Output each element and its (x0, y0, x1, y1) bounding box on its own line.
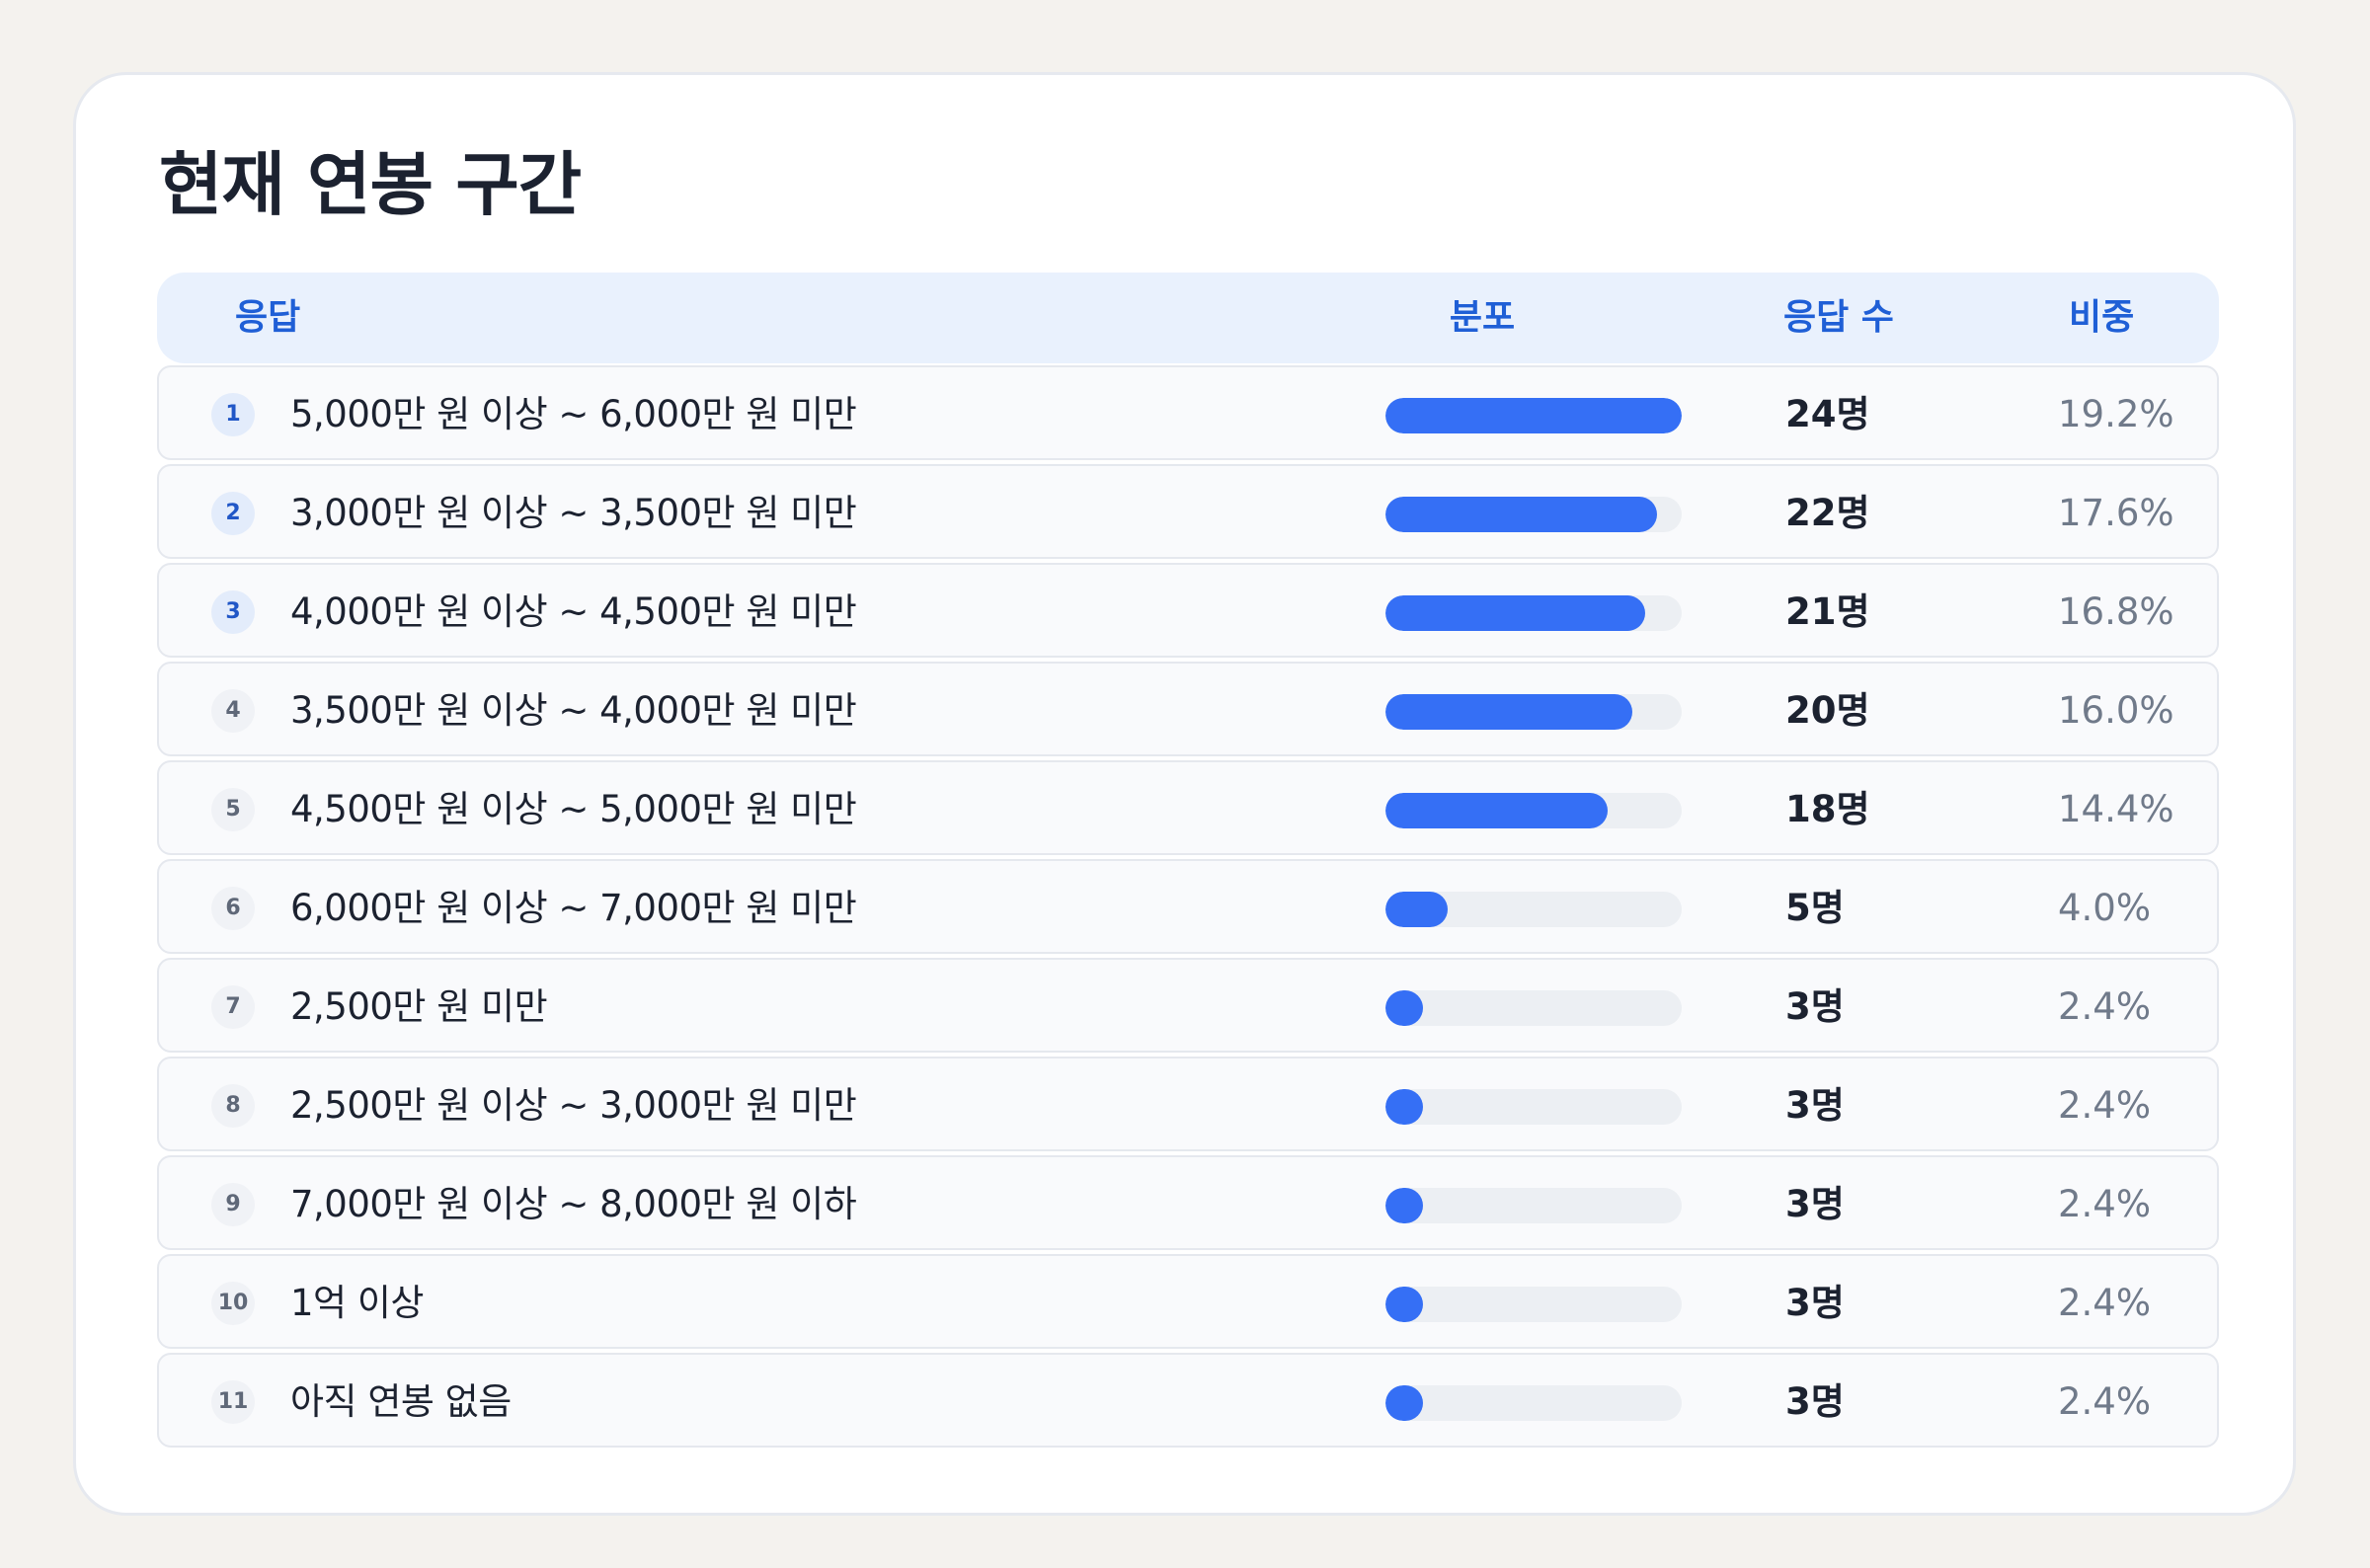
table-row: 3 4,000만 원 이상 ~ 4,500만 원 미만 21명 16.8% (157, 563, 2219, 658)
distribution-bar (1385, 1385, 1423, 1421)
response-count: 3명 (1785, 1183, 1845, 1225)
response-count: 21명 (1785, 590, 1870, 633)
rank-badge: 4 (211, 689, 255, 733)
rank-badge: 9 (211, 1183, 255, 1226)
rank-badge: 10 (211, 1282, 255, 1325)
response-ratio: 2.4% (2058, 985, 2151, 1028)
distribution-bar (1385, 398, 1682, 433)
table-row: 8 2,500만 원 이상 ~ 3,000만 원 미만 3명 2.4% (157, 1057, 2219, 1151)
distribution-bar-track (1385, 793, 1682, 828)
table-row: 4 3,500만 원 이상 ~ 4,000만 원 미만 20명 16.0% (157, 662, 2219, 756)
rank-badge: 8 (211, 1084, 255, 1128)
response-ratio: 2.4% (2058, 1084, 2151, 1127)
response-count: 3명 (1785, 1380, 1845, 1423)
distribution-bar-track (1385, 1188, 1682, 1223)
column-header-ratio: 비중 (2069, 297, 2135, 338)
card-title: 현재 연봉 구간 (159, 144, 582, 225)
response-count: 24명 (1785, 393, 1870, 435)
distribution-bar (1385, 892, 1448, 927)
response-ratio: 16.8% (2058, 590, 2174, 633)
response-count: 20명 (1785, 689, 1870, 732)
distribution-bar (1385, 1287, 1423, 1322)
distribution-bar-track (1385, 1385, 1682, 1421)
distribution-bar-track (1385, 497, 1682, 532)
distribution-bar-track (1385, 398, 1682, 433)
answer-label: 3,500만 원 이상 ~ 4,000만 원 미만 (290, 689, 857, 732)
rank-badge: 11 (211, 1380, 255, 1424)
answer-label: 5,000만 원 이상 ~ 6,000만 원 미만 (290, 393, 857, 435)
table-row: 6 6,000만 원 이상 ~ 7,000만 원 미만 5명 4.0% (157, 859, 2219, 954)
answer-label: 4,500만 원 이상 ~ 5,000만 원 미만 (290, 788, 857, 830)
answer-label: 4,000만 원 이상 ~ 4,500만 원 미만 (290, 590, 857, 633)
distribution-bar (1385, 793, 1608, 828)
table-row: 1 5,000만 원 이상 ~ 6,000만 원 미만 24명 19.2% (157, 365, 2219, 460)
table-row: 11 아직 연봉 없음 3명 2.4% (157, 1353, 2219, 1448)
results-table: 응답 분포 응답 수 비중 1 5,000만 원 이상 ~ 6,000만 원 미만… (157, 273, 2219, 1451)
response-count: 5명 (1785, 887, 1845, 929)
distribution-bar (1385, 595, 1645, 631)
table-header: 응답 분포 응답 수 비중 (157, 273, 2219, 363)
response-count: 3명 (1785, 1084, 1845, 1127)
table-row: 10 1억 이상 3명 2.4% (157, 1254, 2219, 1349)
answer-label: 2,500만 원 이상 ~ 3,000만 원 미만 (290, 1084, 857, 1127)
distribution-bar-track (1385, 1089, 1682, 1125)
table-row: 5 4,500만 원 이상 ~ 5,000만 원 미만 18명 14.4% (157, 760, 2219, 855)
response-ratio: 17.6% (2058, 492, 2174, 534)
distribution-bar-track (1385, 595, 1682, 631)
survey-result-card: 현재 연봉 구간 응답 분포 응답 수 비중 1 5,000만 원 이상 ~ 6,… (73, 72, 2296, 1516)
response-count: 22명 (1785, 492, 1870, 534)
table-body: 1 5,000만 원 이상 ~ 6,000만 원 미만 24명 19.2% 2 3,000… (157, 365, 2219, 1448)
answer-label: 아직 연봉 없음 (290, 1380, 512, 1423)
column-header-distribution: 분포 (1449, 297, 1516, 338)
response-count: 3명 (1785, 1282, 1845, 1324)
table-row: 7 2,500만 원 미만 3명 2.4% (157, 958, 2219, 1053)
response-ratio: 16.0% (2058, 689, 2174, 732)
table-row: 2 3,000만 원 이상 ~ 3,500만 원 미만 22명 17.6% (157, 464, 2219, 559)
response-ratio: 19.2% (2058, 393, 2174, 435)
rank-badge: 5 (211, 788, 255, 831)
table-row: 9 7,000만 원 이상 ~ 8,000만 원 이하 3명 2.4% (157, 1155, 2219, 1250)
distribution-bar (1385, 1188, 1423, 1223)
response-ratio: 2.4% (2058, 1282, 2151, 1324)
distribution-bar-track (1385, 990, 1682, 1026)
answer-label: 1억 이상 (290, 1282, 424, 1324)
distribution-bar (1385, 497, 1657, 532)
answer-label: 3,000만 원 이상 ~ 3,500만 원 미만 (290, 492, 857, 534)
response-ratio: 2.4% (2058, 1183, 2151, 1225)
distribution-bar (1385, 694, 1632, 730)
rank-badge: 6 (211, 887, 255, 930)
response-count: 18명 (1785, 788, 1870, 830)
response-ratio: 2.4% (2058, 1380, 2151, 1423)
column-header-answer: 응답 (235, 297, 301, 338)
rank-badge: 2 (211, 492, 255, 535)
answer-label: 7,000만 원 이상 ~ 8,000만 원 이하 (290, 1183, 857, 1225)
rank-badge: 1 (211, 393, 255, 436)
distribution-bar-track (1385, 1287, 1682, 1322)
rank-badge: 7 (211, 985, 255, 1029)
distribution-bar (1385, 990, 1423, 1026)
answer-label: 6,000만 원 이상 ~ 7,000만 원 미만 (290, 887, 857, 929)
response-count: 3명 (1785, 985, 1845, 1028)
distribution-bar-track (1385, 892, 1682, 927)
distribution-bar (1385, 1089, 1423, 1125)
answer-label: 2,500만 원 미만 (290, 985, 548, 1028)
response-ratio: 4.0% (2058, 887, 2151, 929)
rank-badge: 3 (211, 590, 255, 634)
response-ratio: 14.4% (2058, 788, 2174, 830)
distribution-bar-track (1385, 694, 1682, 730)
column-header-count: 응답 수 (1783, 297, 1894, 338)
